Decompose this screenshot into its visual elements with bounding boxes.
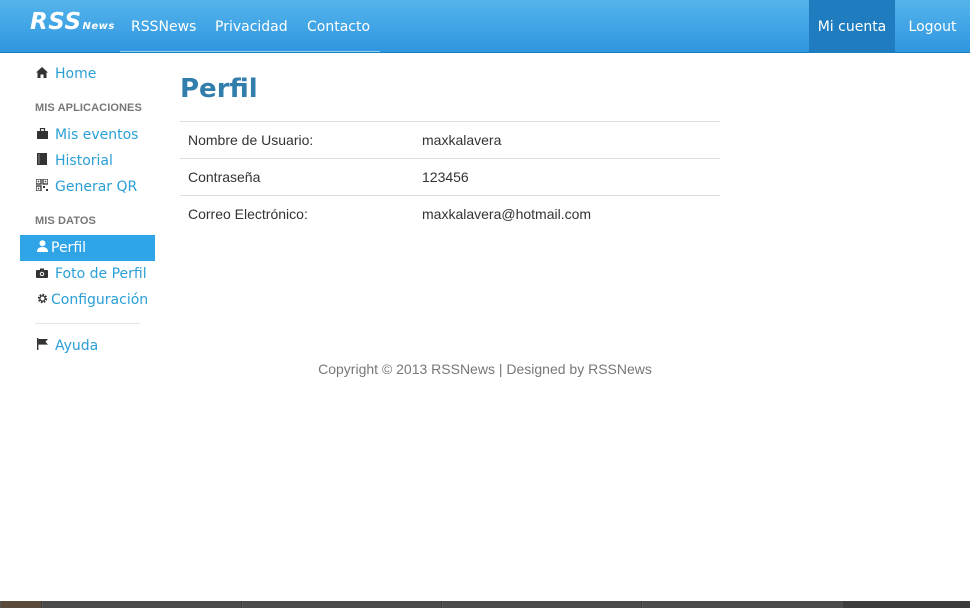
table-row: Contraseña 123456: [180, 158, 720, 196]
taskbar-item[interactable]: [442, 601, 641, 608]
email-label: Correo Electrónico:: [180, 195, 414, 232]
home-icon: [35, 62, 49, 88]
book-icon: [35, 149, 49, 175]
main-nav: RSSNews Privacidad Contacto: [120, 0, 380, 52]
os-taskbar: [0, 601, 970, 608]
sidebar-item-label: Foto de Perfil: [55, 266, 147, 282]
username-label: Nombre de Usuario:: [180, 121, 414, 159]
nav-link-contacto[interactable]: Contacto: [307, 19, 370, 35]
brand-logo[interactable]: RSSNews: [30, 9, 115, 35]
user-icon: [35, 236, 49, 262]
sidebar-item-mis-eventos[interactable]: Mis eventos: [20, 122, 155, 148]
table-row: Nombre de Usuario: maxkalavera: [180, 121, 720, 159]
briefcase-icon: [35, 123, 49, 149]
taskbar-item[interactable]: [0, 601, 41, 608]
sidebar-item-generar-qr[interactable]: Generar QR: [20, 174, 155, 200]
logout-button[interactable]: Logout: [895, 0, 970, 52]
password-value: 123456: [414, 158, 720, 196]
sidebar-item-label: Perfil: [51, 240, 87, 256]
section-header-apps: MIS APLICACIONES: [35, 102, 142, 114]
sidebar-item-label: Home: [55, 66, 97, 82]
page-title: Perfil: [180, 74, 258, 104]
sidebar-item-foto-de-perfil[interactable]: Foto de Perfil: [20, 261, 155, 287]
table-row: Correo Electrónico: maxkalavera@hotmail.…: [180, 195, 720, 232]
sidebar-item-label: Generar QR: [55, 179, 138, 195]
profile-table: Nombre de Usuario: maxkalavera Contraseñ…: [180, 121, 720, 232]
sidebar-divider: [35, 323, 140, 324]
section-header-data: MIS DATOS: [35, 215, 96, 227]
footer-copyright: Copyright © 2013 RSSNews | Designed by R…: [318, 361, 652, 377]
sidebar-item-label: Configuración: [51, 292, 149, 308]
sidebar-item-historial[interactable]: Historial: [20, 148, 155, 174]
my-account-button[interactable]: Mi cuenta: [809, 0, 895, 52]
sidebar-item-label: Mis eventos: [55, 127, 139, 143]
taskbar-item[interactable]: [242, 601, 441, 608]
flag-icon: [35, 334, 49, 360]
sidebar-item-perfil[interactable]: Perfil: [20, 235, 155, 261]
qrcode-icon: [35, 175, 49, 201]
gear-icon: [35, 288, 49, 314]
taskbar-item[interactable]: [42, 601, 241, 608]
sidebar-item-home[interactable]: Home: [20, 61, 155, 87]
sidebar-item-ayuda[interactable]: Ayuda: [20, 333, 155, 359]
password-label: Contraseña: [180, 158, 414, 196]
nav-link-rssnews[interactable]: RSSNews: [131, 19, 196, 35]
sidebar-item-configuracion[interactable]: Configuración: [20, 287, 155, 313]
camera-icon: [35, 262, 49, 288]
email-value: maxkalavera@hotmail.com: [414, 195, 720, 232]
nav-link-privacidad[interactable]: Privacidad: [215, 19, 288, 35]
sidebar-item-label: Historial: [55, 153, 113, 169]
brand-text: RSS: [30, 9, 82, 35]
taskbar-item[interactable]: [642, 601, 843, 608]
sidebar-item-label: Ayuda: [55, 338, 99, 354]
username-value: maxkalavera: [414, 121, 720, 159]
top-navbar: RSSNews RSSNews Privacidad Contacto Mi c…: [0, 0, 970, 53]
brand-subtext: News: [82, 21, 115, 32]
